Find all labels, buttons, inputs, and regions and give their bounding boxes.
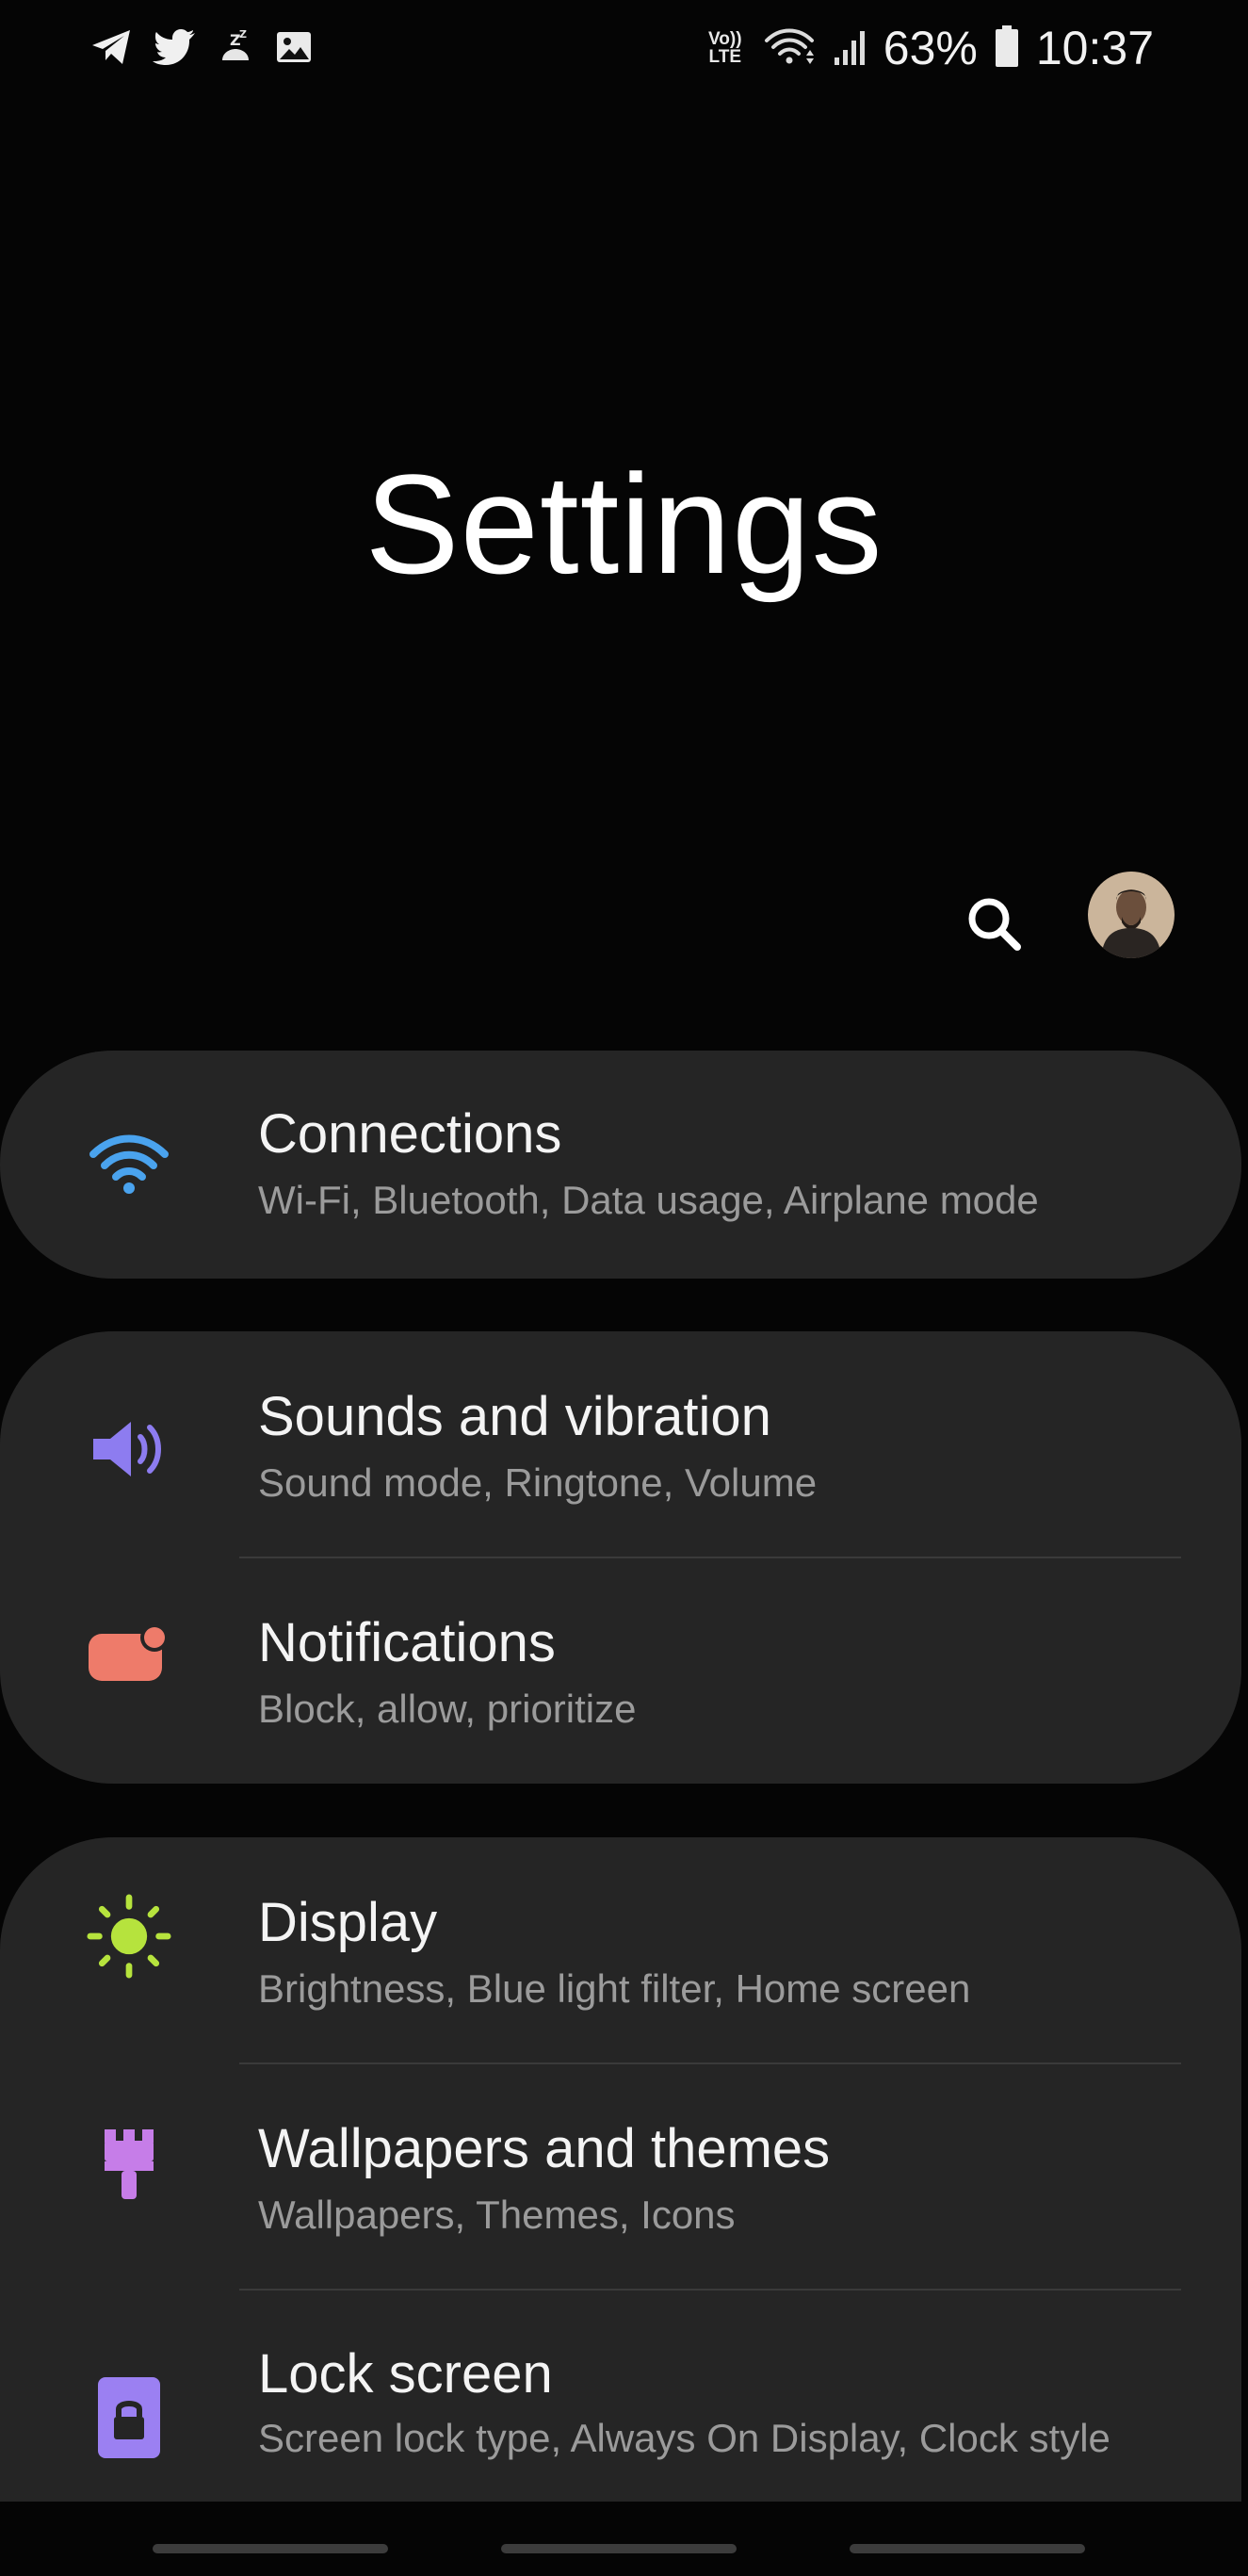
status-notification-icons: Z Z xyxy=(90,21,313,77)
wifi-status-icon xyxy=(763,25,816,72)
nav-back-button[interactable] xyxy=(850,2544,1085,2553)
sounds-subtitle: Sound mode, Ringtone, Volume xyxy=(258,1460,818,1505)
connections-subtitle: Wi-Fi, Bluetooth, Data usage, Airplane m… xyxy=(258,1178,1039,1222)
speaker-icon xyxy=(87,1407,171,1492)
paint-brush-icon xyxy=(87,2121,171,2206)
nav-recent-button[interactable] xyxy=(153,2544,388,2553)
search-button[interactable] xyxy=(956,886,1031,961)
connections-title: Connections xyxy=(258,1103,562,1165)
search-icon xyxy=(968,898,1021,951)
notifications-title: Notifications xyxy=(258,1612,556,1673)
header-actions xyxy=(0,872,1248,966)
status-system-icons: Vo)) LTE 63% 10:37 xyxy=(705,17,1154,79)
lock-icon xyxy=(87,2375,171,2460)
settings-item-wallpapers[interactable]: Wallpapers and themes Wallpapers, Themes… xyxy=(0,2064,1241,2290)
settings-item-connections[interactable]: Connections Wi-Fi, Bluetooth, Data usage… xyxy=(0,1051,1241,1279)
battery-icon xyxy=(995,24,1019,73)
profile-avatar[interactable] xyxy=(1088,872,1175,958)
nav-home-button[interactable] xyxy=(501,2544,737,2553)
volte-label: Vo)) xyxy=(708,29,742,49)
sun-icon xyxy=(87,1894,171,1979)
navigation-bar xyxy=(0,2502,1248,2576)
twitter-icon xyxy=(153,28,196,71)
sounds-title: Sounds and vibration xyxy=(258,1386,771,1447)
missed-call-icon: Z Z xyxy=(217,28,254,71)
settings-screen: Z Z Vo)) LTE 63% 10:37 Settings Connecti… xyxy=(0,0,1248,2576)
lte-label: LTE xyxy=(708,47,742,67)
notification-badge-icon xyxy=(87,1611,171,1696)
svg-text:Z: Z xyxy=(239,28,247,41)
lock-screen-title: Lock screen xyxy=(258,2343,553,2405)
status-bar: Z Z Vo)) LTE 63% 10:37 xyxy=(0,0,1248,104)
settings-group-sounds: Sounds and vibration Sound mode, Rington… xyxy=(0,1331,1241,1784)
settings-group-connections: Connections Wi-Fi, Bluetooth, Data usage… xyxy=(0,1051,1241,1279)
signal-icon xyxy=(833,25,867,72)
page-title: Settings xyxy=(365,445,883,603)
settings-item-display[interactable]: Display Brightness, Blue light filter, H… xyxy=(0,1837,1241,2063)
volte-icon: Vo)) LTE xyxy=(705,30,746,66)
display-subtitle: Brightness, Blue light filter, Home scre… xyxy=(258,1966,971,2011)
clock: 10:37 xyxy=(1035,22,1154,74)
telegram-icon xyxy=(90,28,132,71)
settings-group-display: Display Brightness, Blue light filter, H… xyxy=(0,1837,1241,2576)
wallpapers-subtitle: Wallpapers, Themes, Icons xyxy=(258,2193,736,2237)
wallpapers-title: Wallpapers and themes xyxy=(258,2118,831,2179)
battery-percent: 63% xyxy=(883,22,978,74)
wifi-icon xyxy=(87,1122,171,1207)
settings-item-sounds[interactable]: Sounds and vibration Sound mode, Rington… xyxy=(0,1331,1241,1557)
notifications-subtitle: Block, allow, prioritize xyxy=(258,1687,637,1731)
gallery-icon xyxy=(275,28,313,71)
display-title: Display xyxy=(258,1892,438,1953)
lock-screen-subtitle: Screen lock type, Always On Display, Clo… xyxy=(258,2416,1110,2460)
settings-item-notifications[interactable]: Notifications Block, allow, prioritize xyxy=(0,1558,1241,1784)
